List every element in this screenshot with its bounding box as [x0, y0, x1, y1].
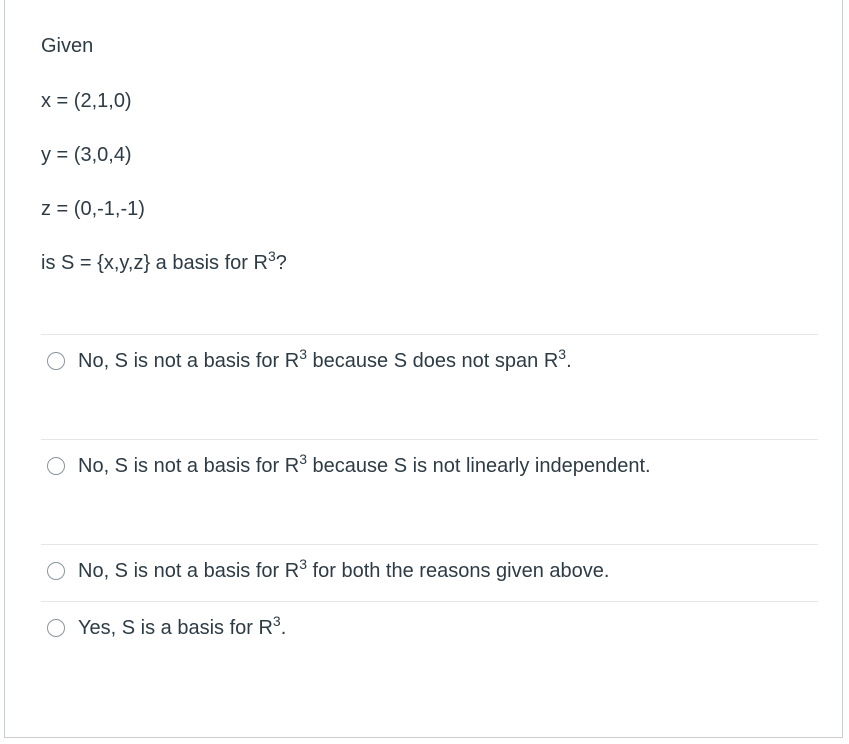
- answer-text: .: [566, 350, 572, 372]
- radio-button[interactable]: [47, 562, 65, 580]
- answer-option-4[interactable]: Yes, S is a basis for R3.: [47, 613, 287, 640]
- radio-button[interactable]: [47, 457, 65, 475]
- answer-text: because S does not span R: [307, 350, 559, 372]
- vector-z-definition: z = (0,-1,-1): [41, 198, 145, 220]
- answer-divider: [41, 601, 818, 602]
- answer-text: No, S is not a basis for R: [78, 455, 300, 477]
- answer-text: Yes, S is a basis for R: [78, 617, 273, 639]
- answer-exponent: 3: [299, 346, 307, 362]
- answer-text: .: [280, 617, 287, 639]
- answer-exponent: 3: [299, 451, 307, 467]
- question-card: Given x = (2,1,0) y = (3,0,4) z = (0,-1,…: [4, 0, 843, 738]
- answer-exponent: 3: [558, 346, 567, 362]
- question-prompt-text: is S = {x,y,z} a basis for R: [41, 252, 268, 274]
- answer-text: No, S is not a basis for R: [78, 350, 300, 372]
- question-prompt-exponent: 3: [267, 248, 276, 264]
- answer-option-1[interactable]: No, S is not a basis for R3 because S do…: [47, 346, 572, 373]
- question-prompt-end: ?: [275, 252, 287, 274]
- answer-option-label: Yes, S is a basis for R3.: [78, 613, 287, 640]
- answer-divider: [41, 334, 818, 335]
- answer-text: No, S is not a basis for R: [78, 560, 300, 582]
- answer-text: for both the reasons given above.: [307, 560, 610, 582]
- answer-option-label: No, S is not a basis for R3 because S is…: [78, 451, 651, 478]
- answer-exponent: 3: [299, 556, 307, 572]
- radio-button[interactable]: [47, 352, 65, 370]
- radio-button[interactable]: [47, 619, 65, 637]
- answer-exponent: 3: [272, 613, 281, 629]
- answer-option-3[interactable]: No, S is not a basis for R3 for both the…: [47, 556, 610, 583]
- question-prompt: is S = {x,y,z} a basis for R3?: [41, 248, 287, 275]
- answer-option-label: No, S is not a basis for R3 because S do…: [78, 346, 572, 373]
- answer-divider: [41, 544, 818, 545]
- answer-text: because S is not linearly independent.: [307, 455, 651, 477]
- answer-option-label: No, S is not a basis for R3 for both the…: [78, 556, 610, 583]
- vector-y-definition: y = (3,0,4): [41, 144, 132, 166]
- vector-x-definition: x = (2,1,0): [41, 90, 132, 112]
- answer-divider: [41, 439, 818, 440]
- answer-option-2[interactable]: No, S is not a basis for R3 because S is…: [47, 451, 651, 478]
- question-intro: Given: [41, 35, 94, 57]
